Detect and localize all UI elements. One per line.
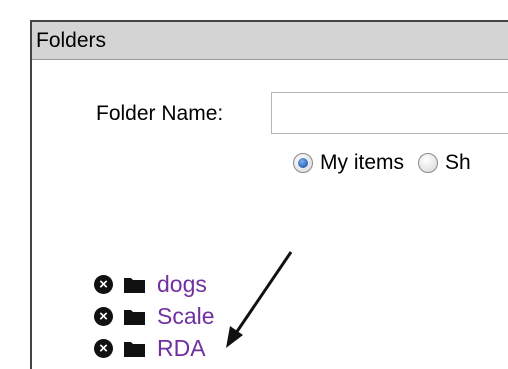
folder-icon <box>124 277 145 293</box>
folder-list-item: × Scale <box>94 300 215 332</box>
folder-name-label: Folder Name: <box>96 102 224 125</box>
shared-items-radio-label[interactable]: Sh <box>445 151 471 175</box>
folder-list-item: × RDA <box>94 332 215 364</box>
folder-list: × dogs × Scale × RDA <box>94 268 215 364</box>
folder-link-rda[interactable]: RDA <box>157 332 206 364</box>
remove-circle-icon[interactable]: × <box>94 274 113 294</box>
folder-name-input[interactable] <box>271 92 508 134</box>
item-scope-radio-group: My items Sh <box>293 148 471 178</box>
folder-link-dogs[interactable]: dogs <box>157 268 207 300</box>
remove-circle-icon[interactable]: × <box>94 306 113 326</box>
my-items-radio[interactable] <box>293 153 313 173</box>
shared-items-radio[interactable] <box>418 153 438 173</box>
folder-icon <box>124 341 145 357</box>
screenshot-stage: Folders Folder Name: My items Sh × dogs … <box>0 0 508 369</box>
folder-icon <box>124 309 145 325</box>
my-items-radio-label[interactable]: My items <box>320 151 404 175</box>
remove-circle-icon[interactable]: × <box>94 338 113 358</box>
panel-title: Folders <box>32 22 508 60</box>
folder-link-scale[interactable]: Scale <box>157 300 215 332</box>
folders-panel: Folders Folder Name: My items Sh × dogs … <box>30 20 508 369</box>
folder-list-item: × dogs <box>94 268 215 300</box>
